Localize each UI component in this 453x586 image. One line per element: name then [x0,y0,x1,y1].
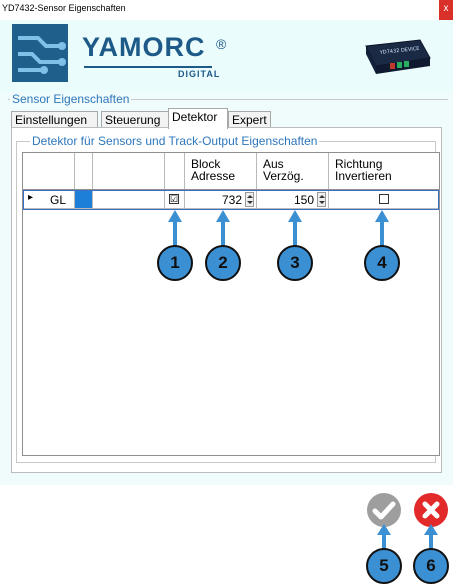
device-image-icon: YD7432 DEVICE [360,36,432,76]
arrow-up-icon [168,210,182,250]
table-row[interactable]: ▸ GL ☑ 732 150 [23,190,439,209]
close-icon [422,501,440,519]
row-color-cell[interactable] [75,190,93,209]
brand-subtitle: DIGITAL [178,69,221,79]
aus-verzoeg-cell[interactable]: 150 [257,190,329,209]
tab-detektor[interactable]: Detektor [168,108,228,129]
enabled-checkbox[interactable]: ☑ [169,194,179,204]
block-adresse-cell[interactable]: 732 [185,190,257,209]
annotation-marker-4: 4 [364,245,400,281]
column-header-richtung-invertieren[interactable]: Richtung Invertieren [329,153,439,190]
window-title: YD7432-Sensor Eigenschaften [2,3,126,13]
arrow-up-icon [375,210,389,250]
annotation-marker-5: 5 [366,548,402,584]
brand-underline [84,66,212,68]
column-header-blank [93,153,165,190]
section-title: Sensor Eigenschaften [10,92,132,106]
column-header-block-adresse[interactable]: Block Adresse [185,153,257,190]
column-header-aus-verzoeg[interactable]: Aus Verzög. [257,153,329,190]
column-header-color [75,153,93,190]
yamorc-logo-icon [12,24,68,82]
aus-verzoeg-spinner[interactable] [317,192,326,207]
block-adresse-value[interactable]: 732 [222,193,242,207]
row-color-swatch [75,190,92,208]
ok-button[interactable] [367,493,401,527]
group-title: Detektor für Sensors und Track-Output Ei… [30,134,320,148]
row-header-cell[interactable]: ▸ GL [23,190,75,209]
brand-name: YAMORC [82,32,206,62]
row-blank-cell [93,190,165,209]
annotation-marker-3: 3 [277,245,313,281]
enabled-cell[interactable]: ☑ [165,190,185,209]
tab-einstellungen[interactable]: Einstellungen [11,111,98,128]
close-window-button[interactable]: x [439,0,453,20]
registered-mark: ® [216,36,227,52]
aus-verzoeg-value[interactable]: 150 [294,193,314,207]
arrow-up-icon [288,210,302,250]
block-adresse-spinner[interactable] [245,192,254,207]
checkmark-icon [372,501,396,520]
column-header-indicator [23,153,75,190]
tab-expert[interactable]: Expert [228,111,271,128]
annotation-marker-1: 1 [157,245,193,281]
column-header-enabled [165,153,185,190]
annotation-marker-2: 2 [205,245,241,281]
detector-grid: Block Adresse Aus Verzög. Richtung Invertie… [22,152,440,456]
row-name: GL [50,193,67,207]
annotation-marker-6: 6 [413,548,449,584]
cancel-button[interactable] [414,493,448,527]
richtung-invertieren-checkbox[interactable] [379,194,389,204]
tab-steuerung[interactable]: Steuerung [101,111,169,128]
richtung-invertieren-cell[interactable] [329,190,439,209]
title-bar: YD7432-Sensor Eigenschaften x [0,0,453,20]
row-indicator-icon: ▸ [28,192,34,203]
arrow-up-icon [216,210,230,250]
